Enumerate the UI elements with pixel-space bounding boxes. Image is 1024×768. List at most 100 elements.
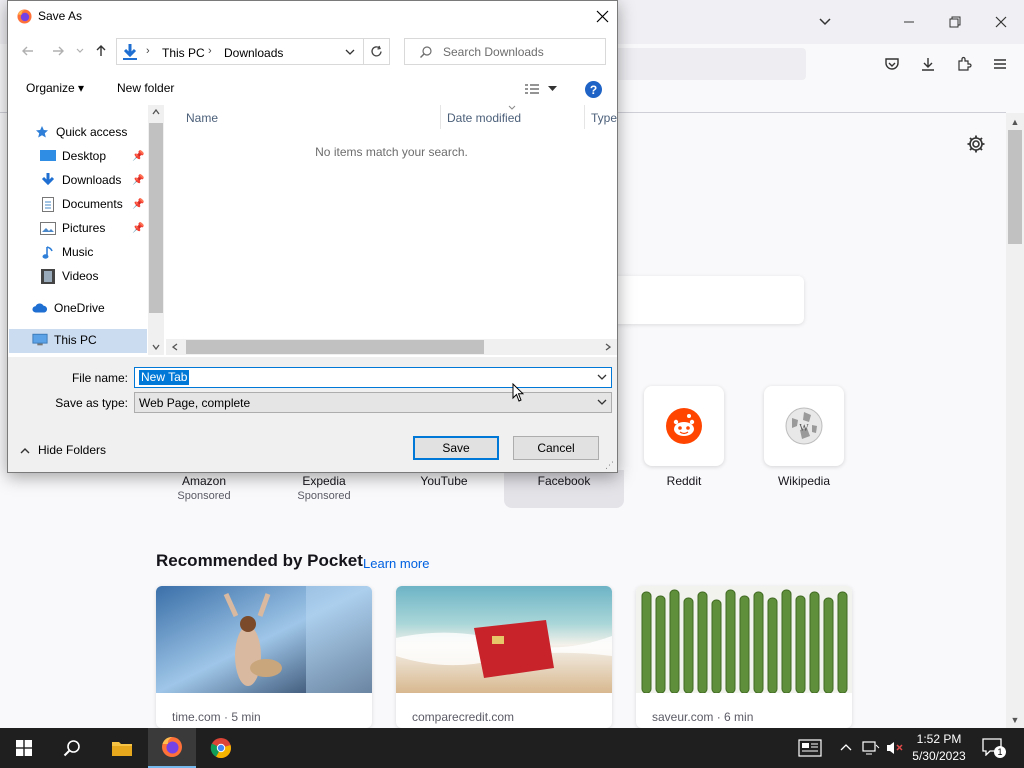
firefox-taskbar-button[interactable] bbox=[148, 728, 196, 768]
nav-desktop[interactable]: Desktop bbox=[40, 145, 164, 167]
nav-documents[interactable]: Documents bbox=[40, 193, 164, 215]
close-window-button[interactable] bbox=[986, 8, 1016, 36]
resize-grip[interactable]: ⋰ bbox=[605, 460, 614, 471]
site-label-facebook[interactable]: Facebook bbox=[509, 474, 619, 488]
scroll-left-arrow[interactable] bbox=[172, 343, 178, 351]
save-as-type-value: Web Page, complete bbox=[139, 396, 251, 410]
pocket-card-saveur[interactable]: saveur.com · 6 min bbox=[636, 586, 852, 728]
close-icon bbox=[596, 10, 608, 22]
scroll-down-arrow[interactable]: ▼ bbox=[1006, 712, 1024, 728]
nav-onedrive[interactable]: OneDrive bbox=[32, 297, 164, 319]
new-folder-button[interactable]: New folder bbox=[117, 81, 174, 95]
column-header-type[interactable]: Type bbox=[591, 111, 617, 133]
view-details-icon[interactable] bbox=[524, 83, 540, 95]
download-icon bbox=[922, 58, 934, 71]
file-name-input[interactable]: New Tab bbox=[134, 367, 612, 388]
view-options-dropdown-icon[interactable] bbox=[548, 86, 557, 92]
hide-folders-toggle[interactable]: Hide Folders bbox=[20, 443, 106, 457]
clock-time: 1:52 PM bbox=[916, 732, 962, 746]
address-bar[interactable]: › This PC › Downloads bbox=[116, 38, 366, 65]
site-label-youtube[interactable]: YouTube bbox=[389, 474, 499, 488]
taskbar-search-button[interactable] bbox=[48, 728, 96, 768]
extensions-button[interactable] bbox=[952, 52, 976, 76]
pocket-card-time[interactable]: time.com · 5 min bbox=[156, 586, 372, 728]
site-label-wikipedia[interactable]: Wikipedia bbox=[749, 474, 859, 488]
forward-button[interactable] bbox=[48, 41, 68, 61]
nav-music[interactable]: Music bbox=[40, 241, 164, 263]
taskbar-clock[interactable]: 1:52 PM 5/30/2023 bbox=[900, 731, 978, 765]
scroll-up-arrow[interactable]: ▲ bbox=[1006, 114, 1024, 130]
site-label-amazon[interactable]: Amazon bbox=[149, 474, 259, 488]
arrow-left-icon bbox=[22, 46, 33, 56]
customize-new-tab-button[interactable] bbox=[966, 134, 986, 154]
pocket-source: saveur.com · 6 min bbox=[652, 710, 754, 724]
nav-label: Videos bbox=[62, 269, 99, 283]
scroll-up-arrow[interactable] bbox=[152, 109, 160, 115]
breadcrumb-this-pc[interactable]: This PC bbox=[162, 46, 205, 60]
column-header-date-modified[interactable]: Date modified bbox=[447, 111, 521, 133]
list-all-tabs-button[interactable] bbox=[810, 8, 840, 36]
file-explorer-taskbar-button[interactable] bbox=[98, 728, 146, 768]
up-button[interactable] bbox=[91, 41, 111, 61]
column-header-name[interactable]: Name bbox=[186, 111, 218, 133]
pocket-card-comparecredit[interactable]: comparecredit.com bbox=[396, 586, 612, 728]
credit-card-beach-photo bbox=[396, 586, 612, 693]
save-options-panel: File name: New Tab Save as type: Web Pag… bbox=[8, 357, 617, 472]
downloads-button[interactable] bbox=[916, 52, 940, 76]
nav-pane-scrollbar-thumb[interactable] bbox=[149, 123, 163, 313]
nav-quick-access[interactable]: Quick access bbox=[34, 121, 164, 143]
chrome-taskbar-button[interactable] bbox=[197, 728, 245, 768]
news-widget-icon[interactable] bbox=[798, 739, 822, 760]
search-input[interactable]: Search Downloads bbox=[404, 38, 606, 65]
file-name-value[interactable]: New Tab bbox=[139, 370, 190, 385]
site-label-reddit[interactable]: Reddit bbox=[629, 474, 739, 488]
pocket-learn-more-link[interactable]: Learn more bbox=[363, 556, 429, 571]
minimize-button[interactable] bbox=[894, 8, 924, 36]
music-note-icon bbox=[40, 244, 56, 260]
cancel-button[interactable]: Cancel bbox=[513, 436, 599, 460]
chevron-down-icon[interactable] bbox=[597, 374, 607, 381]
refresh-button[interactable] bbox=[363, 38, 390, 65]
breadcrumb-downloads[interactable]: Downloads bbox=[224, 46, 283, 60]
scroll-right-arrow[interactable] bbox=[605, 343, 611, 351]
recent-locations-button[interactable] bbox=[70, 41, 90, 61]
nav-label: OneDrive bbox=[54, 301, 105, 315]
url-bar[interactable] bbox=[600, 48, 806, 80]
organize-button[interactable]: Organize ▾ bbox=[26, 81, 84, 95]
network-icon[interactable] bbox=[862, 740, 880, 756]
dialog-close-button[interactable] bbox=[588, 5, 616, 27]
pin-icon: 📌 bbox=[132, 223, 145, 234]
nav-videos[interactable]: Videos bbox=[40, 265, 164, 287]
chevron-down-icon bbox=[76, 48, 84, 53]
help-icon[interactable]: ? bbox=[585, 81, 602, 98]
download-arrow-icon bbox=[40, 172, 56, 188]
page-scrollbar-thumb[interactable] bbox=[1008, 130, 1022, 244]
reddit-tile[interactable] bbox=[644, 386, 724, 466]
scroll-down-arrow[interactable] bbox=[152, 344, 160, 350]
notification-center-button[interactable]: 1 bbox=[982, 738, 1006, 758]
nav-pictures[interactable]: Pictures bbox=[40, 217, 164, 239]
nav-downloads[interactable]: Downloads bbox=[40, 169, 164, 191]
back-button[interactable] bbox=[18, 41, 38, 61]
close-icon bbox=[995, 16, 1007, 28]
show-hidden-icons-icon[interactable] bbox=[840, 742, 852, 752]
windows-taskbar: 1:52 PM 5/30/2023 1 bbox=[0, 728, 1024, 768]
wikipedia-tile[interactable]: W bbox=[764, 386, 844, 466]
start-button[interactable] bbox=[0, 728, 48, 768]
file-list-hscrollbar[interactable] bbox=[166, 339, 617, 355]
nav-label: Desktop bbox=[62, 149, 107, 163]
column-divider[interactable] bbox=[584, 105, 585, 129]
site-label-expedia[interactable]: Expedia bbox=[269, 474, 379, 488]
column-divider[interactable] bbox=[440, 105, 441, 129]
address-dropdown-icon[interactable] bbox=[345, 48, 355, 56]
site-sponsored-amazon: Sponsored bbox=[177, 490, 231, 502]
restore-button[interactable] bbox=[940, 8, 970, 36]
save-as-type-select[interactable]: Web Page, complete bbox=[134, 392, 612, 413]
file-list-hscrollbar-thumb[interactable] bbox=[186, 340, 484, 354]
menu-button[interactable] bbox=[988, 52, 1012, 76]
save-button[interactable]: Save bbox=[413, 436, 499, 460]
new-tab-search-box[interactable] bbox=[600, 276, 804, 324]
pocket-button[interactable] bbox=[880, 52, 904, 76]
nav-this-pc[interactable]: This PC bbox=[32, 329, 164, 351]
arrow-up-icon bbox=[96, 45, 106, 56]
